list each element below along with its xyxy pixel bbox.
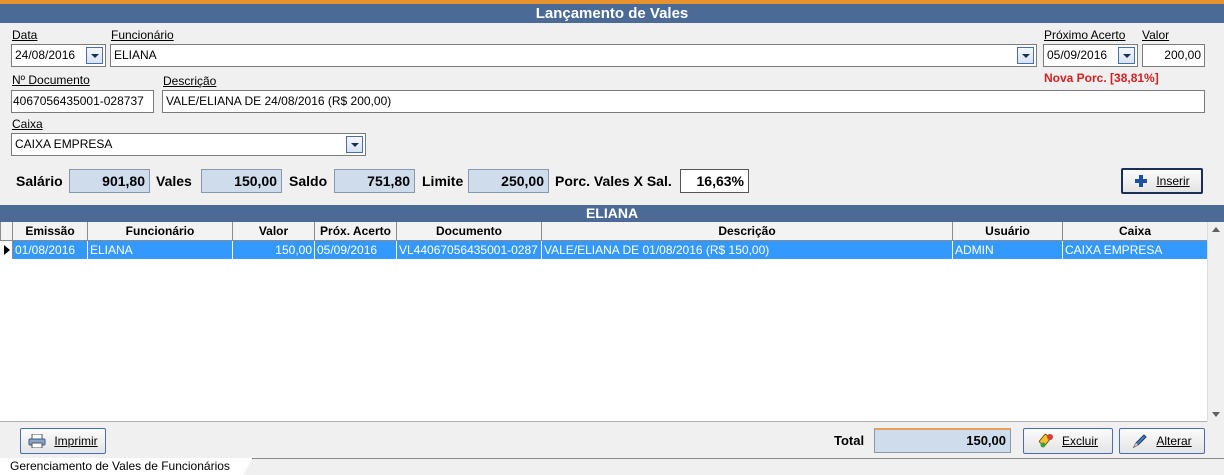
grid-vertical-scrollbar[interactable] <box>1207 222 1224 422</box>
descricao-label: Descrição <box>163 74 217 88</box>
column-header-usuario[interactable]: Usuário <box>952 222 1063 241</box>
column-header-prox-acerto[interactable]: Próx. Acerto <box>314 222 397 241</box>
column-header-documento[interactable]: Documento <box>396 222 542 241</box>
cell-usuario[interactable]: ADMIN <box>952 240 1063 259</box>
data-date-picker[interactable]: 24/08/2016 <box>11 44 106 67</box>
tab-gerenciamento-vales[interactable]: Gerenciamento de Vales de Funcionários <box>0 458 253 475</box>
cell-documento[interactable]: VL44067056435001-0287 <box>396 240 542 259</box>
saldo-value: 751,80 <box>334 169 415 193</box>
pencil-icon <box>1133 434 1148 449</box>
cell-funcionario[interactable]: ELIANA <box>87 240 233 259</box>
limite-value: 250,00 <box>468 169 549 193</box>
column-header-valor[interactable]: Valor <box>232 222 315 241</box>
cell-emissao[interactable]: 01/08/2016 <box>12 240 88 259</box>
data-label: Data <box>12 28 38 42</box>
imprimir-label: Imprimir <box>54 434 98 448</box>
funcionario-value: ELIANA <box>114 48 157 62</box>
column-header-descricao[interactable]: Descrição <box>541 222 953 241</box>
excluir-label: Excluir <box>1061 434 1098 448</box>
funcionario-dropdown-button[interactable] <box>1017 47 1034 64</box>
salario-value: 901,80 <box>69 169 150 193</box>
inserir-button[interactable]: Inserir <box>1121 168 1203 194</box>
table-row[interactable]: 01/08/2016 ELIANA 150,00 05/09/2016 VL44… <box>0 240 1208 259</box>
column-header-caixa[interactable]: Caixa <box>1062 222 1208 241</box>
vales-value: 150,00 <box>201 169 282 193</box>
caixa-value: CAIXA EMPRESA <box>15 137 113 151</box>
valor-input[interactable]: 200,00 <box>1142 44 1205 67</box>
column-header-emissao[interactable]: Emissão <box>12 222 88 241</box>
vales-table: Emissão Funcionário Valor Próx. Acerto D… <box>0 222 1208 259</box>
row-indicator <box>0 240 13 259</box>
scroll-down-icon[interactable] <box>1212 412 1220 417</box>
inserir-label: Inserir <box>1156 174 1190 188</box>
cell-caixa[interactable]: CAIXA EMPRESA <box>1062 240 1208 259</box>
printer-icon <box>28 434 46 448</box>
caixa-dropdown-button[interactable] <box>346 136 363 153</box>
caixa-select[interactable]: CAIXA EMPRESA <box>11 133 366 156</box>
chevron-down-icon <box>350 142 359 147</box>
limite-label: Limite <box>422 173 464 189</box>
documento-input[interactable]: 4067056435001-028737 <box>11 90 154 113</box>
alterar-button[interactable]: Alterar <box>1119 428 1205 454</box>
plus-icon <box>1135 175 1148 187</box>
cell-descricao[interactable]: VALE/ELIANA DE 01/08/2016 (R$ 150,00) <box>541 240 953 259</box>
valor-label: Valor <box>1142 28 1170 42</box>
chevron-down-icon <box>1122 53 1131 58</box>
descricao-input[interactable]: VALE/ELIANA DE 24/08/2016 (R$ 200,00) <box>162 90 1205 113</box>
proximo-acerto-value: 05/09/2016 <box>1047 48 1108 62</box>
funcionario-select[interactable]: ELIANA <box>110 44 1037 67</box>
funcionario-label: Funcionário <box>111 28 174 42</box>
salario-label: Salário <box>16 173 63 189</box>
cell-prox-acerto[interactable]: 05/09/2016 <box>314 240 397 259</box>
column-header-funcionario[interactable]: Funcionário <box>87 222 233 241</box>
porcentagem-value: 16,63% <box>680 169 749 193</box>
total-value: 150,00 <box>874 428 1011 453</box>
excluir-button[interactable]: Excluir <box>1023 428 1113 454</box>
total-label: Total <box>834 433 865 448</box>
vales-grid[interactable]: Emissão Funcionário Valor Próx. Acerto D… <box>0 222 1224 422</box>
vales-label: Vales <box>156 173 192 189</box>
data-dropdown-button[interactable] <box>86 47 103 64</box>
nova-porcentagem-warning: Nova Porc. [38,81%] <box>1044 71 1159 85</box>
imprimir-button[interactable]: Imprimir <box>20 428 106 454</box>
data-value: 24/08/2016 <box>15 48 76 62</box>
proximo-acerto-label: Próximo Acerto <box>1044 28 1126 42</box>
chevron-down-icon <box>90 53 99 58</box>
alterar-label: Alterar <box>1156 434 1192 448</box>
table-header-row: Emissão Funcionário Valor Próx. Acerto D… <box>0 222 1208 241</box>
chevron-down-icon <box>1021 53 1030 58</box>
eraser-icon <box>1038 433 1053 448</box>
caixa-label: Caixa <box>12 117 43 131</box>
window-title: Lançamento de Vales <box>0 4 1224 23</box>
cell-valor[interactable]: 150,00 <box>232 240 315 259</box>
proximo-acerto-dropdown-button[interactable] <box>1118 47 1135 64</box>
proximo-acerto-date-picker[interactable]: 05/09/2016 <box>1043 44 1138 67</box>
grid-title: ELIANA <box>0 205 1224 222</box>
row-indicator-header <box>0 222 13 241</box>
documento-label: Nº Documento <box>12 73 90 87</box>
porcentagem-label: Porc. Vales X Sal. <box>555 173 672 189</box>
saldo-label: Saldo <box>289 173 328 189</box>
row-pointer-icon <box>3 244 10 255</box>
scroll-up-icon[interactable] <box>1212 227 1220 232</box>
